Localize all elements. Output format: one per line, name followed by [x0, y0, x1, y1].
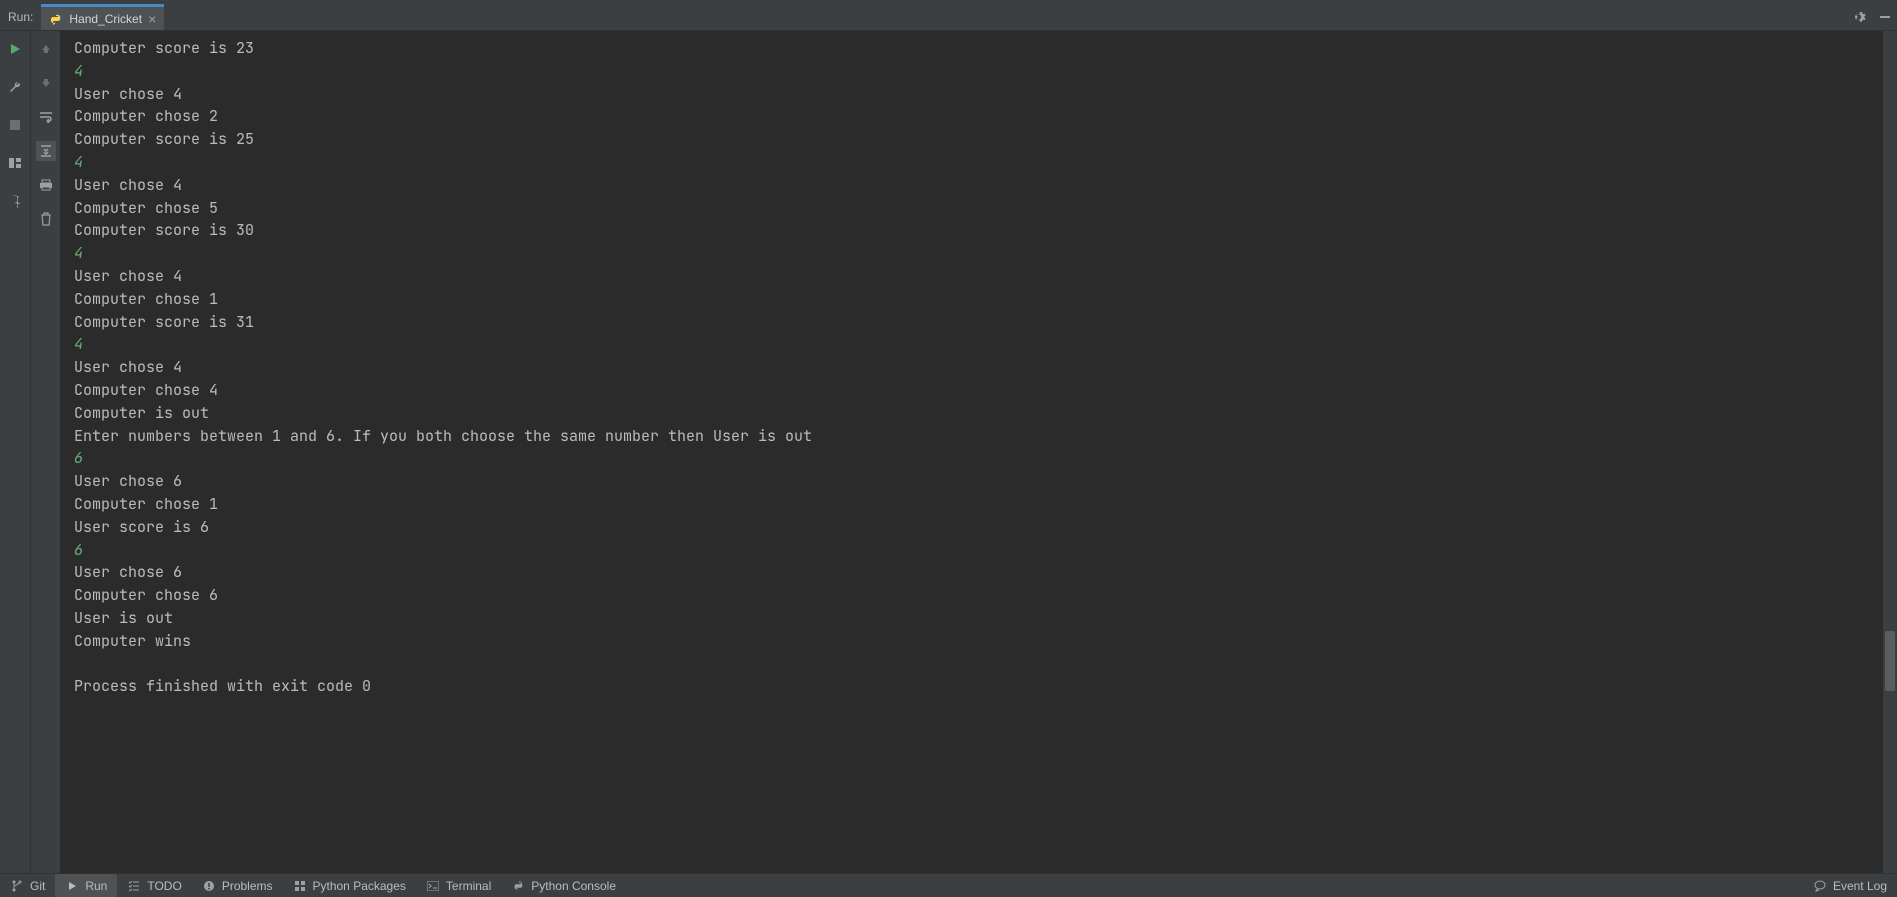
- python-console-button[interactable]: Python Console: [501, 874, 626, 897]
- console-input-line: 4: [74, 243, 83, 263]
- terminal-label: Terminal: [446, 879, 491, 893]
- pin-button[interactable]: [5, 191, 25, 211]
- console-output-line: User chose 6: [74, 471, 182, 491]
- scrollbar-thumb[interactable]: [1885, 631, 1895, 691]
- git-branch-icon: [10, 879, 24, 893]
- terminal-toolwindow-button[interactable]: Terminal: [416, 874, 501, 897]
- console-input-line: 6: [74, 448, 83, 468]
- run-config-tab[interactable]: Hand_Cricket ×: [41, 4, 164, 30]
- console-output-line: User chose 4: [74, 266, 182, 286]
- console-output-line: Computer chose 1: [74, 494, 218, 514]
- git-label: Git: [30, 879, 45, 893]
- run-toolwindow-button[interactable]: Run: [55, 874, 117, 897]
- console-output-line: Computer score is 25: [74, 129, 254, 149]
- console-output-line: Enter numbers between 1 and 6. If you bo…: [74, 426, 812, 446]
- console-output-line: Computer chose 1: [74, 289, 218, 309]
- stop-button[interactable]: [5, 115, 25, 135]
- console-output-line: User chose 4: [74, 175, 182, 195]
- console-output-line: User chose 4: [74, 84, 182, 104]
- play-icon: [65, 879, 79, 893]
- console-output-line: Computer chose 6: [74, 585, 218, 605]
- console-output-line: Process finished with exit code 0: [74, 676, 371, 696]
- git-toolwindow-button[interactable]: Git: [0, 874, 55, 897]
- event-log-button[interactable]: Event Log: [1803, 874, 1897, 897]
- scroll-to-end-button[interactable]: [36, 141, 56, 161]
- console-output-line: Computer score is 31: [74, 312, 254, 332]
- event-log-icon: [1813, 879, 1827, 893]
- console-action-strip: [30, 31, 60, 873]
- settings-button[interactable]: [1849, 4, 1873, 30]
- minus-icon: [1880, 16, 1890, 18]
- console-output-line: Computer chose 2: [74, 106, 218, 126]
- python-packages-button[interactable]: Python Packages: [283, 874, 416, 897]
- problems-toolwindow-button[interactable]: Problems: [192, 874, 283, 897]
- hide-toolwindow-button[interactable]: [1873, 4, 1897, 30]
- soft-wrap-button[interactable]: [36, 107, 56, 127]
- run-toolwindow-body: Computer score is 23 4 User chose 4 Comp…: [0, 31, 1897, 873]
- console-output-line: User chose 6: [74, 562, 182, 582]
- console-output-line: Computer chose 5: [74, 198, 218, 218]
- status-bar: Git Run TODO Problems Python Packages Te…: [0, 873, 1897, 897]
- console-input-line: 4: [74, 334, 83, 354]
- run-toolwindow-header: Run: Hand_Cricket ×: [0, 4, 1897, 31]
- event-log-label: Event Log: [1833, 879, 1887, 893]
- console-input-line: 4: [74, 152, 83, 172]
- left-action-strip: [0, 31, 30, 873]
- python-icon: [511, 879, 525, 893]
- problems-label: Problems: [222, 879, 273, 893]
- python-console-label: Python Console: [531, 879, 616, 893]
- console-output-line: Computer score is 30: [74, 220, 254, 240]
- run-label: Run:: [0, 4, 41, 30]
- console-input-line: 4: [74, 61, 83, 81]
- print-button[interactable]: [36, 175, 56, 195]
- terminal-icon: [426, 879, 440, 893]
- todo-toolwindow-button[interactable]: TODO: [117, 874, 191, 897]
- python-file-icon: [49, 12, 63, 26]
- todo-label: TODO: [147, 879, 181, 893]
- scroll-down-button[interactable]: [36, 73, 56, 93]
- console-output-line: Computer score is 23: [74, 38, 254, 58]
- todo-list-icon: [127, 879, 141, 893]
- console-output[interactable]: Computer score is 23 4 User chose 4 Comp…: [60, 31, 1883, 873]
- console-output-line: User is out: [74, 608, 173, 628]
- scroll-up-button[interactable]: [36, 39, 56, 59]
- wrench-button[interactable]: [5, 77, 25, 97]
- rerun-button[interactable]: [5, 39, 25, 59]
- close-tab-button[interactable]: ×: [148, 12, 156, 26]
- console-output-line: User chose 4: [74, 357, 182, 377]
- console-output-line: Computer chose 4: [74, 380, 218, 400]
- clear-all-button[interactable]: [36, 209, 56, 229]
- python-packages-label: Python Packages: [313, 879, 406, 893]
- console-output-line: Computer is out: [74, 403, 209, 423]
- console-output-line: User score is 6: [74, 517, 209, 537]
- vertical-scrollbar[interactable]: [1883, 31, 1897, 873]
- run-config-name: Hand_Cricket: [69, 12, 142, 26]
- run-label-bottom: Run: [85, 879, 107, 893]
- problems-icon: [202, 879, 216, 893]
- console-output-line: Computer wins: [74, 631, 191, 651]
- packages-icon: [293, 879, 307, 893]
- console-input-line: 6: [74, 540, 83, 560]
- layout-button[interactable]: [5, 153, 25, 173]
